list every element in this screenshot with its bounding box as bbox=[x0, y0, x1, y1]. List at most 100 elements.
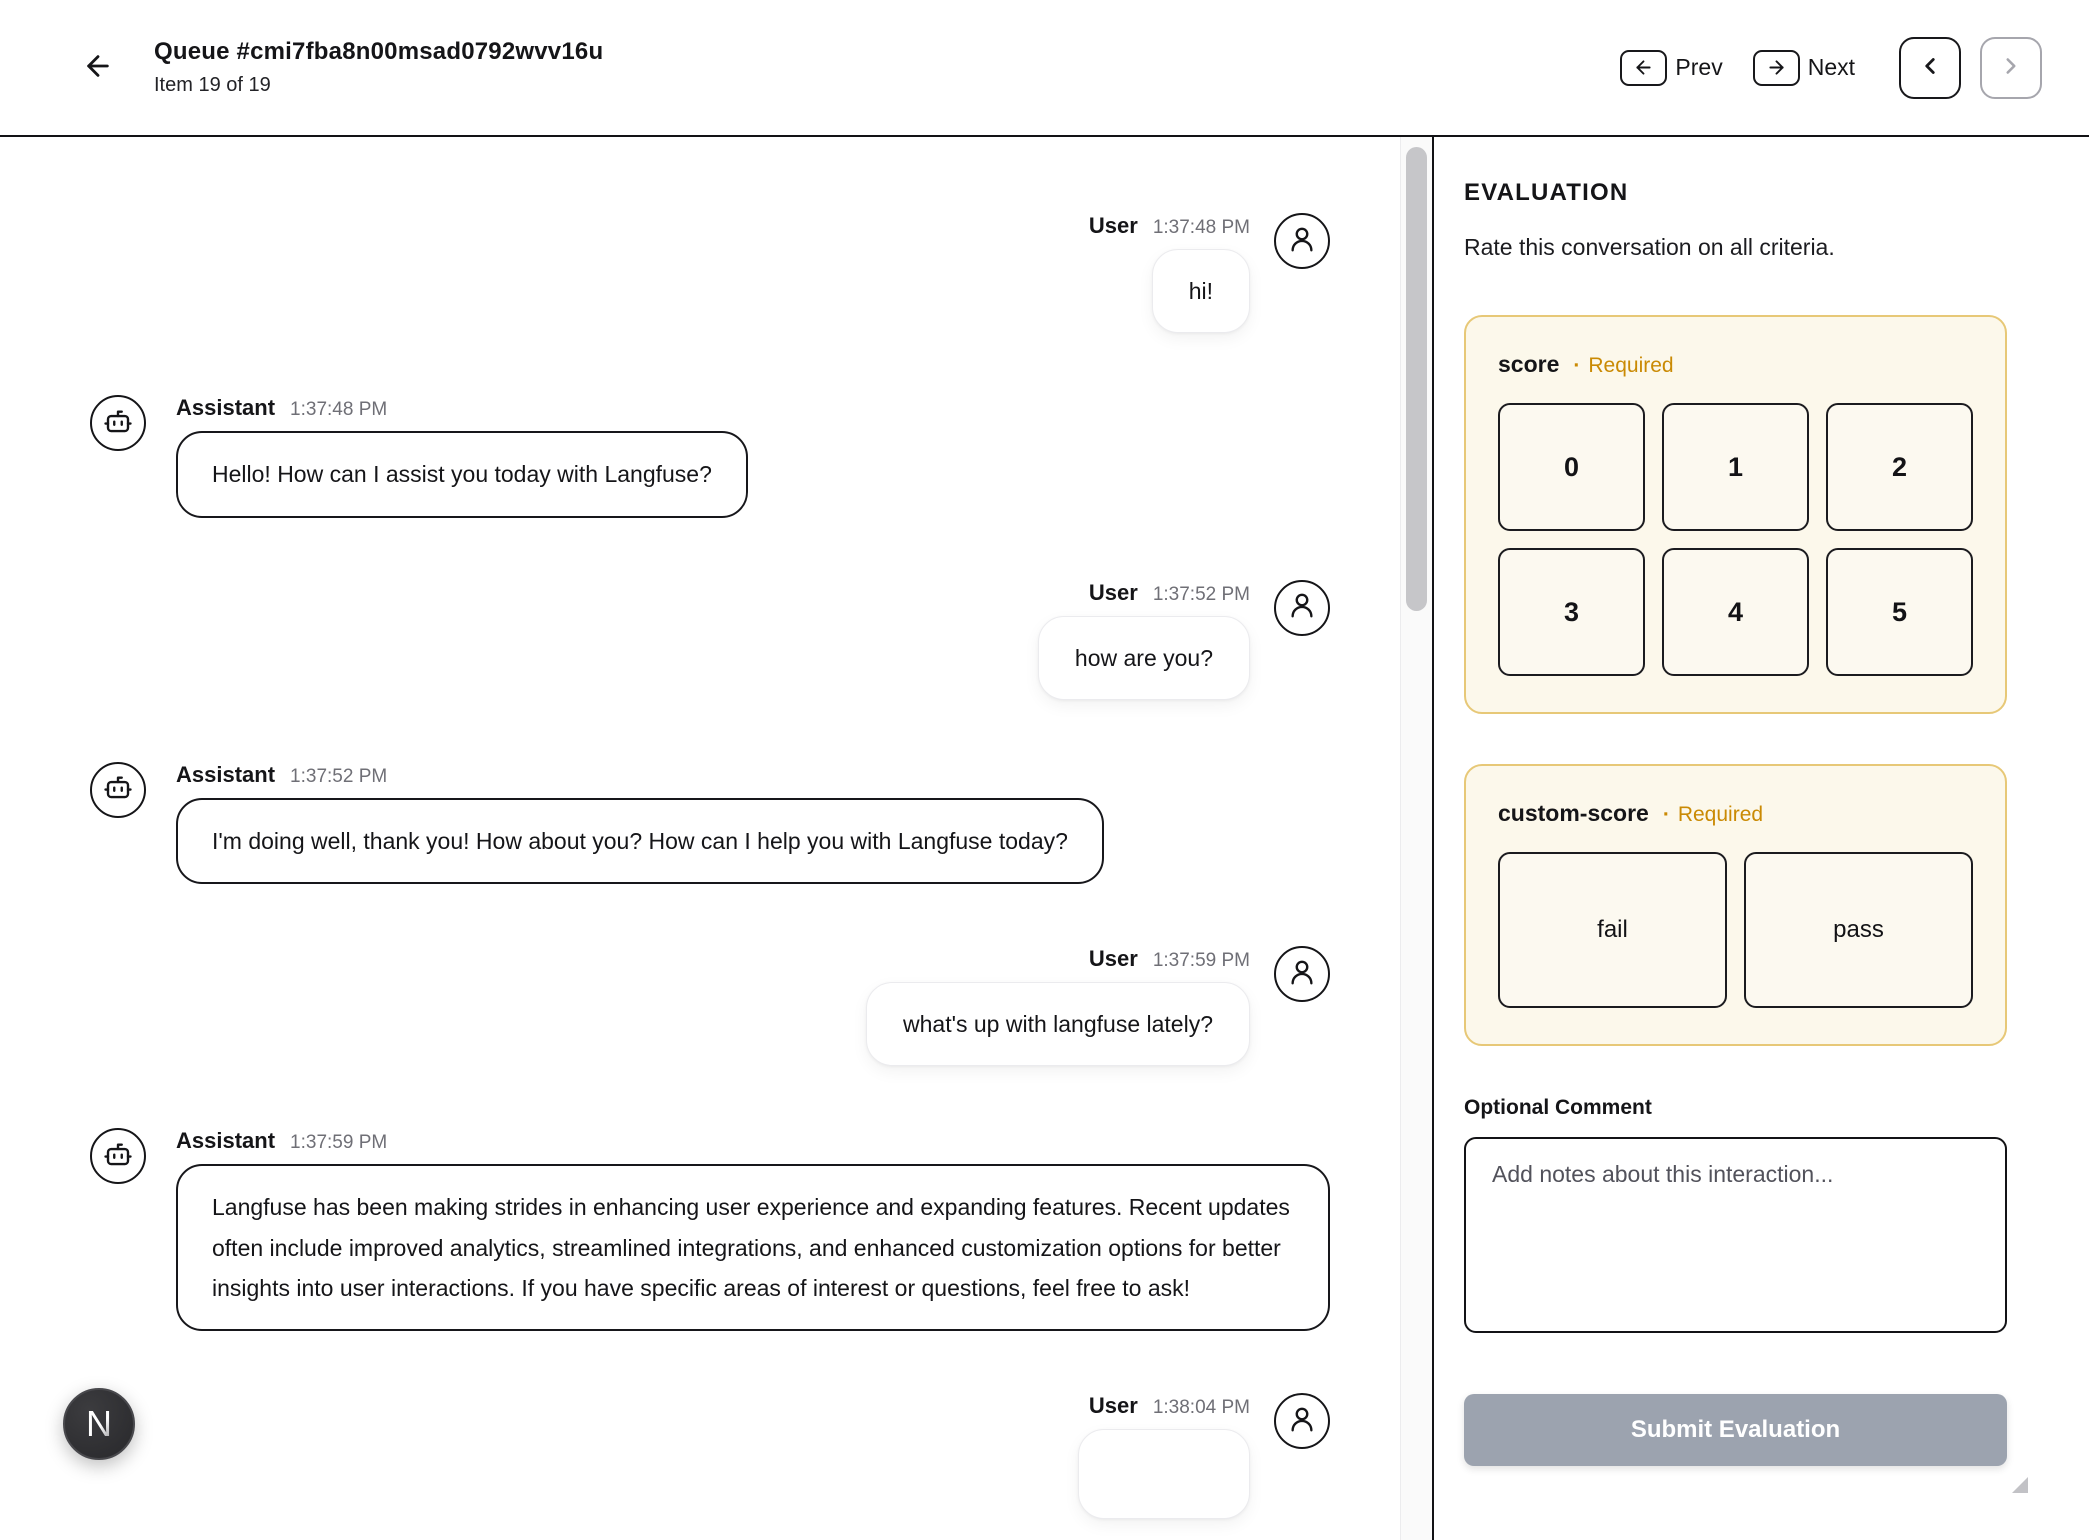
criterion-header: custom-score ·Required bbox=[1498, 800, 1973, 827]
nextjs-logo: N bbox=[86, 1406, 112, 1442]
pager-buttons bbox=[1899, 37, 2042, 99]
message-timestamp: 1:37:59 PM bbox=[1153, 950, 1250, 972]
message-header: Assistant 1:37:52 PM bbox=[176, 762, 1104, 788]
chat-message: User 1:37:52 PM how are you? bbox=[90, 580, 1330, 700]
avatar bbox=[90, 762, 146, 818]
message-header: User 1:38:04 PM bbox=[1089, 1393, 1250, 1419]
next-item-button[interactable]: Next bbox=[1753, 50, 1855, 86]
criterion-header: score ·Required bbox=[1498, 351, 1973, 378]
message-header: User 1:37:48 PM bbox=[1089, 213, 1250, 239]
message-header: Assistant 1:37:48 PM bbox=[176, 395, 748, 421]
message-timestamp: 1:37:52 PM bbox=[1153, 584, 1250, 606]
message-bubble: hi! bbox=[1152, 249, 1250, 333]
avatar bbox=[1274, 580, 1330, 636]
chat-message: Assistant 1:37:48 PM Hello! How can I as… bbox=[90, 395, 1330, 517]
option-0-button[interactable]: 0 bbox=[1498, 403, 1645, 531]
criterion-name: custom-score bbox=[1498, 800, 1649, 827]
bot-avatar-icon bbox=[103, 406, 133, 441]
item-progress: Item 19 of 19 bbox=[154, 74, 603, 97]
avatar bbox=[90, 1128, 146, 1184]
user-avatar-icon bbox=[1287, 957, 1317, 992]
message-content: User 1:37:52 PM how are you? bbox=[1038, 580, 1250, 700]
comment-input[interactable] bbox=[1464, 1137, 2007, 1333]
chat-scrollbar-track[interactable] bbox=[1400, 137, 1432, 1540]
message-bubble: what's up with langfuse lately? bbox=[866, 982, 1250, 1066]
header-titles: Queue #cmi7fba8n00msad0792wvv16u Item 19… bbox=[154, 38, 603, 97]
message-content: User 1:37:48 PM hi! bbox=[1089, 213, 1250, 333]
page-title: Queue #cmi7fba8n00msad0792wvv16u bbox=[154, 38, 603, 66]
user-avatar-icon bbox=[1287, 1404, 1317, 1439]
criterion-options: failpass bbox=[1498, 852, 1973, 1008]
message-author: User bbox=[1089, 213, 1138, 239]
next-label: Next bbox=[1808, 54, 1855, 81]
header: Queue #cmi7fba8n00msad0792wvv16u Item 19… bbox=[0, 0, 2089, 137]
user-avatar-icon bbox=[1287, 224, 1317, 259]
chat-message: Assistant 1:37:52 PM I'm doing well, tha… bbox=[90, 762, 1330, 884]
message-author: Assistant bbox=[176, 395, 275, 421]
chat-message: User 1:37:48 PM hi! bbox=[90, 213, 1330, 333]
message-bubble: Langfuse has been making strides in enha… bbox=[176, 1164, 1330, 1331]
evaluation-subtitle: Rate this conversation on all criteria. bbox=[1464, 234, 2007, 261]
avatar bbox=[1274, 946, 1330, 1002]
option-1-button[interactable]: 1 bbox=[1662, 403, 1809, 531]
chat-message: User 1:37:59 PM what's up with langfuse … bbox=[90, 946, 1330, 1066]
chevron-right-icon bbox=[1998, 53, 2024, 82]
comment-label: Optional Comment bbox=[1464, 1096, 2007, 1120]
criterion-card: custom-score ·Required failpass bbox=[1464, 764, 2007, 1046]
back-button[interactable] bbox=[76, 46, 120, 90]
criterion-options: 012 345 bbox=[1498, 403, 1973, 676]
conversation-panel: User 1:37:48 PM hi! Assistant 1:37:48 PM… bbox=[0, 137, 1400, 1540]
message-content: Assistant 1:37:59 PM Langfuse has been m… bbox=[176, 1128, 1330, 1331]
avatar bbox=[1274, 1393, 1330, 1449]
evaluation-panel: EVALUATION Rate this conversation on all… bbox=[1434, 137, 2089, 1540]
avatar bbox=[90, 395, 146, 451]
message-content: User 1:38:04 PM bbox=[1078, 1393, 1250, 1519]
prev-label: Prev bbox=[1675, 54, 1722, 81]
chat-message: User 1:38:04 PM bbox=[90, 1393, 1330, 1519]
arrow-left-icon bbox=[1620, 50, 1667, 86]
message-timestamp: 1:37:59 PM bbox=[290, 1132, 387, 1154]
message-timestamp: 1:37:52 PM bbox=[290, 766, 387, 788]
prev-item-button[interactable]: Prev bbox=[1620, 50, 1722, 86]
message-bubble bbox=[1078, 1429, 1250, 1519]
avatar bbox=[1274, 213, 1330, 269]
option-3-button[interactable]: 3 bbox=[1498, 548, 1645, 676]
message-header: User 1:37:52 PM bbox=[1089, 580, 1250, 606]
bot-avatar-icon bbox=[103, 1139, 133, 1174]
header-nav: Prev Next bbox=[1620, 37, 2042, 99]
scrollbar-thumb[interactable] bbox=[1406, 147, 1427, 611]
message-content: Assistant 1:37:48 PM Hello! How can I as… bbox=[176, 395, 748, 517]
page-forward-button[interactable] bbox=[1980, 37, 2042, 99]
arrow-left-icon bbox=[82, 50, 114, 85]
message-timestamp: 1:37:48 PM bbox=[290, 399, 387, 421]
message-author: Assistant bbox=[176, 1128, 275, 1154]
message-timestamp: 1:37:48 PM bbox=[1153, 217, 1250, 239]
evaluation-heading: EVALUATION bbox=[1464, 179, 2007, 207]
message-author: User bbox=[1089, 580, 1138, 606]
message-author: User bbox=[1089, 946, 1138, 972]
option-pass-button[interactable]: pass bbox=[1744, 852, 1973, 1008]
criterion-card: score ·Required 012 345 bbox=[1464, 315, 2007, 714]
option-5-button[interactable]: 5 bbox=[1826, 548, 1973, 676]
criterion-name: score bbox=[1498, 351, 1559, 378]
message-bubble: Hello! How can I assist you today with L… bbox=[176, 431, 748, 517]
option-4-button[interactable]: 4 bbox=[1662, 548, 1809, 676]
message-bubble: how are you? bbox=[1038, 616, 1250, 700]
submit-evaluation-button[interactable]: Submit Evaluation bbox=[1464, 1394, 2007, 1466]
message-header: User 1:37:59 PM bbox=[1089, 946, 1250, 972]
message-bubble: I'm doing well, thank you! How about you… bbox=[176, 798, 1104, 884]
nextjs-dev-badge[interactable]: N bbox=[63, 1388, 135, 1460]
message-content: Assistant 1:37:52 PM I'm doing well, tha… bbox=[176, 762, 1104, 884]
page-back-button[interactable] bbox=[1899, 37, 1961, 99]
chevron-left-icon bbox=[1917, 53, 1943, 82]
message-author: Assistant bbox=[176, 762, 275, 788]
message-content: User 1:37:59 PM what's up with langfuse … bbox=[866, 946, 1250, 1066]
criteria-list: score ·Required 012 345 custom-score ·Req… bbox=[1464, 315, 2007, 1046]
bot-avatar-icon bbox=[103, 772, 133, 807]
message-author: User bbox=[1089, 1393, 1138, 1419]
chat-message-list: User 1:37:48 PM hi! Assistant 1:37:48 PM… bbox=[90, 213, 1330, 1519]
message-timestamp: 1:38:04 PM bbox=[1153, 1397, 1250, 1419]
option-2-button[interactable]: 2 bbox=[1826, 403, 1973, 531]
option-fail-button[interactable]: fail bbox=[1498, 852, 1727, 1008]
user-avatar-icon bbox=[1287, 590, 1317, 625]
